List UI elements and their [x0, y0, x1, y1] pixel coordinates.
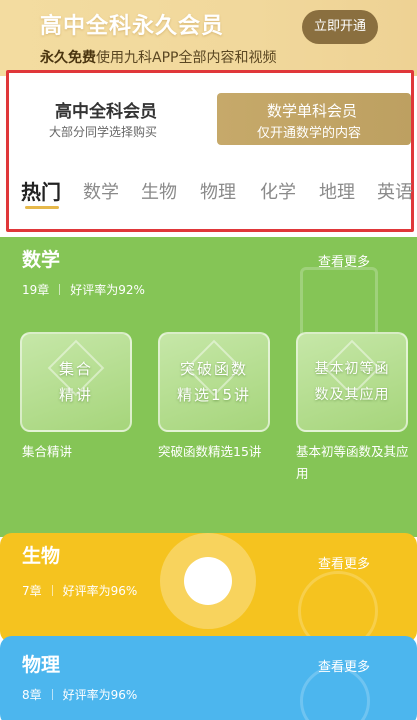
math-rating: 好评率为92%: [70, 283, 145, 297]
physics-card-meta: 8章 好评率为96%: [22, 686, 137, 703]
banner-subtitle-bold: 永久免费: [40, 50, 96, 66]
course-card-3[interactable]: 基本初等函 数及其应用: [296, 332, 408, 432]
math-chapter-count: 19章: [22, 283, 50, 297]
course-label-2[interactable]: 突破函数精选15讲: [158, 441, 270, 463]
subject-tab-english[interactable]: 英语: [377, 178, 413, 204]
banner-title: 高中全科永久会员: [40, 14, 225, 39]
meta-divider: [51, 585, 53, 596]
math-card-meta: 19章 好评率为92%: [22, 281, 145, 298]
physics-chapter-count: 8章: [22, 688, 42, 702]
biology-rating: 好评率为96%: [62, 584, 138, 598]
course-card-1[interactable]: 集合 精讲: [20, 332, 132, 432]
course-label-3[interactable]: 基本初等函数及其应用: [296, 441, 416, 485]
biology-card: 生物 7章 好评率为96% 查看更多: [0, 533, 417, 643]
subject-tab-math[interactable]: 数学: [83, 178, 119, 204]
biology-see-more-link[interactable]: 查看更多: [318, 553, 370, 572]
open-now-button[interactable]: 立即开通: [302, 10, 378, 44]
membership-selector-panel: 高中全科会员 大部分同学选择购买 数学单科会员 仅开通数学的内容 热门 数学 生…: [6, 70, 414, 232]
tab-math-membership-title: 数学单科会员: [267, 102, 358, 120]
meta-divider: [51, 689, 53, 700]
vip-banner: 高中全科永久会员 永久免费使用九科APP全部内容和视频 立即开通: [0, 0, 417, 76]
tab-math-membership-desc: 仅开通数学的内容: [257, 126, 362, 141]
active-tab-underline: [25, 206, 59, 209]
subject-tab-biology[interactable]: 生物: [141, 178, 177, 204]
biology-card-meta: 7章 好评率为96%: [22, 582, 137, 599]
subject-tabs: 热门 数学 生物 物理 化学 地理 英语: [15, 174, 415, 214]
biology-chapter-count: 7章: [22, 584, 42, 598]
meta-divider: [59, 284, 61, 295]
math-card: 数学 19章 好评率为92% 查看更多 集合 精讲 突破函数 精选15讲 基本初等…: [0, 237, 417, 537]
biology-card-title: 生物: [22, 545, 61, 567]
tab-full-membership[interactable]: 高中全科会员 大部分同学选择购买: [19, 87, 217, 147]
tab-full-membership-desc: 大部分同学选择购买: [49, 125, 158, 139]
banner-subtitle-text: 使用九科APP全部内容和视频: [96, 50, 277, 66]
math-card-title: 数学: [22, 249, 61, 271]
course-label-1[interactable]: 集合精讲: [22, 441, 144, 463]
subject-tab-physics[interactable]: 物理: [200, 178, 236, 204]
course-cover-1-text: 集合 精讲: [58, 360, 93, 404]
math-see-more-link[interactable]: 查看更多: [318, 251, 370, 270]
physics-card: 物理 8章 好评率为96% 查看更多: [0, 636, 417, 720]
physics-card-title: 物理: [22, 654, 61, 676]
tab-full-membership-title: 高中全科会员: [55, 102, 157, 122]
physics-rating: 好评率为96%: [62, 688, 138, 702]
subject-tab-hot[interactable]: 热门: [21, 176, 61, 205]
banner-subtitle: 永久免费使用九科APP全部内容和视频: [40, 47, 276, 67]
biology-dna-icon: [298, 571, 378, 643]
subject-tab-geography[interactable]: 地理: [319, 178, 355, 204]
subject-tab-chemistry[interactable]: 化学: [260, 178, 296, 204]
physics-see-more-link[interactable]: 查看更多: [318, 656, 370, 675]
course-card-2[interactable]: 突破函数 精选15讲: [158, 332, 270, 432]
course-cover-2-text: 突破函数 精选15讲: [176, 360, 252, 404]
tab-math-membership[interactable]: 数学单科会员 仅开通数学的内容: [217, 93, 411, 145]
course-cover-3-text: 基本初等函 数及其应用: [314, 361, 390, 403]
biology-decoration-circle: [184, 557, 232, 605]
